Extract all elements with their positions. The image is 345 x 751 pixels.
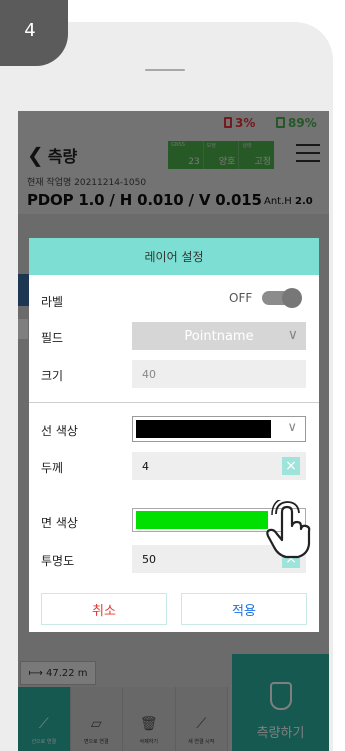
cancel-button[interactable]: 취소: [41, 593, 167, 625]
step-badge: 4: [0, 0, 68, 66]
clear-icon[interactable]: ×: [282, 457, 300, 475]
line-color-label: 선 색상: [41, 424, 78, 438]
label-toggle[interactable]: OFF: [229, 288, 303, 308]
chevron-down-icon: ∨: [287, 327, 298, 343]
field-select[interactable]: Pointname ∨: [132, 322, 306, 350]
label-row-label: 라벨: [41, 295, 64, 309]
line-color-select[interactable]: ∨: [132, 416, 306, 442]
toggle-switch[interactable]: [262, 288, 303, 308]
chevron-down-icon: ∨: [287, 420, 297, 435]
line-color-swatch: [136, 420, 271, 438]
thickness-label: 두께: [41, 461, 64, 475]
thickness-field[interactable]: 4 ×: [132, 452, 306, 480]
opacity-label: 투명도: [41, 554, 75, 568]
tutorial-page: 4 3% 89% ❮ 측량 GNSS23 보정양호 상태고정 현재 작업명 20…: [0, 0, 345, 751]
tap-hand-icon: [266, 500, 311, 559]
layer-settings-dialog: 레이어 설정 라벨 OFF 필드 Pointname ∨ 크기 40 선 색상 …: [29, 238, 319, 632]
field-row-label: 필드: [41, 331, 64, 345]
dialog-title: 레이어 설정: [29, 238, 319, 275]
face-color-label: 면 색상: [41, 516, 78, 530]
apply-button[interactable]: 적용: [181, 593, 307, 625]
drag-handle[interactable]: [145, 69, 185, 71]
size-row-label: 크기: [41, 369, 64, 383]
size-field[interactable]: 40: [132, 360, 306, 388]
face-color-swatch: [136, 511, 268, 529]
divider: [29, 402, 319, 403]
